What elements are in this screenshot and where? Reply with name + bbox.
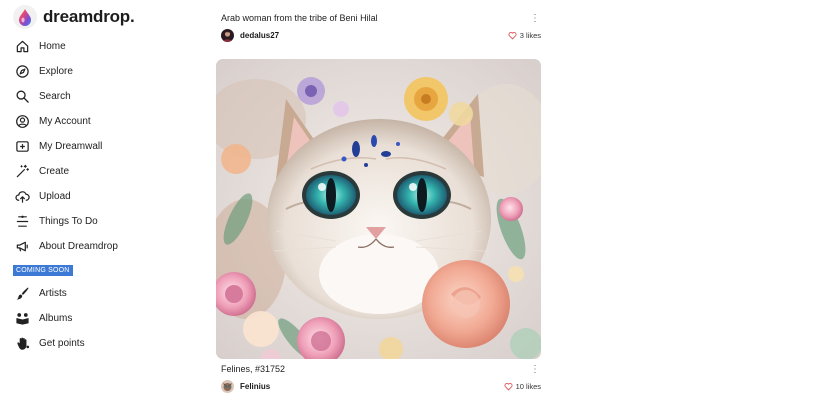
nav-item-my-account[interactable]: My Account xyxy=(14,109,118,134)
nav-label: My Dreamwall xyxy=(39,141,103,152)
post-header: Arab woman from the tribe of Beni Hilal … xyxy=(216,12,541,42)
checklist-icon xyxy=(14,214,30,230)
like-count: 3 likes xyxy=(519,31,541,40)
nav-item-upload[interactable]: Upload xyxy=(14,184,118,209)
post-image[interactable] xyxy=(216,59,541,359)
nav-item-artists[interactable]: Artists xyxy=(14,281,85,306)
home-icon xyxy=(14,39,30,55)
like-button[interactable]: 3 likes xyxy=(508,31,541,40)
nav-label: Albums xyxy=(39,313,73,324)
nav-label: Get points xyxy=(39,338,85,349)
more-options-icon[interactable]: ⋮ xyxy=(529,12,541,24)
heart-icon xyxy=(504,383,513,391)
nav-label: Create xyxy=(39,166,70,177)
nav-item-albums[interactable]: Albums xyxy=(14,306,85,331)
nav-label: Artists xyxy=(39,288,67,299)
nav-item-search[interactable]: Search xyxy=(14,84,118,109)
search-icon xyxy=(14,89,30,105)
nav-item-get-points[interactable]: Get points xyxy=(14,331,85,356)
cat-flowers-artwork xyxy=(216,59,541,359)
nav-item-home[interactable]: Home xyxy=(14,34,118,59)
nav-label: Search xyxy=(39,91,71,102)
megaphone-icon xyxy=(14,239,30,255)
nav-item-create[interactable]: Create xyxy=(14,159,118,184)
account-icon xyxy=(14,114,30,130)
main-nav: Home Explore Search My Account My Dreamw… xyxy=(14,34,118,259)
like-count: 10 likes xyxy=(515,382,541,391)
nav-label: About Dreamdrop xyxy=(39,241,118,252)
brush-icon xyxy=(14,286,30,302)
compass-icon xyxy=(14,64,30,80)
albums-icon xyxy=(14,311,30,327)
nav-item-about-dreamdrop[interactable]: About Dreamdrop xyxy=(14,234,118,259)
more-options-icon[interactable]: ⋮ xyxy=(529,363,541,375)
brand[interactable]: dreamdrop. xyxy=(13,5,135,29)
post-header: Felines, #31752 ⋮ Felinius 10 likes xyxy=(216,363,541,393)
magic-wand-icon xyxy=(14,164,30,180)
dreamwall-icon xyxy=(14,139,30,155)
heart-icon xyxy=(508,32,517,40)
coming-soon-badge: COMING SOON xyxy=(13,265,73,276)
nav-label: My Account xyxy=(39,116,91,127)
upcoming-nav: Artists Albums Get points xyxy=(14,281,85,356)
post-author[interactable]: Felinius xyxy=(221,380,270,393)
dreamdrop-logo-icon xyxy=(13,5,37,29)
like-button[interactable]: 10 likes xyxy=(504,382,541,391)
post-title[interactable]: Felines, #31752 xyxy=(216,364,285,374)
avatar xyxy=(221,29,234,42)
sidebar: dreamdrop. Home Explore Search My Accoun… xyxy=(0,0,200,400)
username: dedalus27 xyxy=(240,31,280,40)
nav-item-explore[interactable]: Explore xyxy=(14,59,118,84)
post-author[interactable]: dedalus27 xyxy=(221,29,279,42)
nav-item-things-to-do[interactable]: Things To Do xyxy=(14,209,118,234)
nav-label: Upload xyxy=(39,191,71,202)
username: Felinius xyxy=(240,382,271,391)
cloud-upload-icon xyxy=(14,189,30,205)
nav-label: Home xyxy=(39,41,66,52)
avatar xyxy=(221,380,234,393)
brand-name: dreamdrop. xyxy=(43,7,135,26)
nav-label: Things To Do xyxy=(39,216,98,227)
post-title[interactable]: Arab woman from the tribe of Beni Hilal xyxy=(216,13,378,23)
nav-label: Explore xyxy=(39,66,73,77)
nav-item-my-dreamwall[interactable]: My Dreamwall xyxy=(14,134,118,159)
hand-points-icon xyxy=(14,336,30,352)
